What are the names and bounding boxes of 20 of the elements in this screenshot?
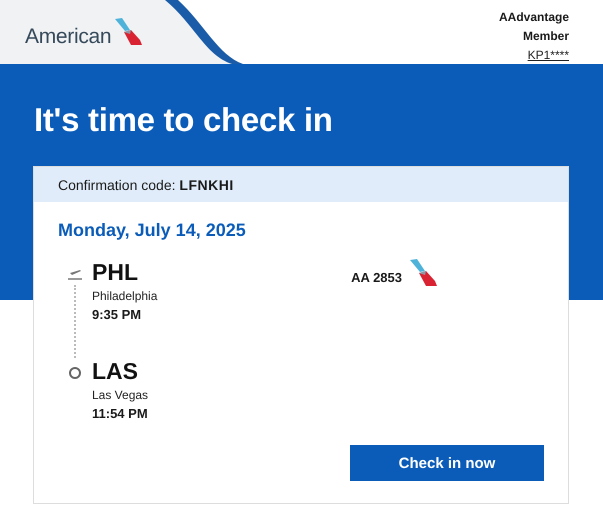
flight-time: 9:35 PM xyxy=(92,307,142,322)
city-name: Philadelphia xyxy=(92,289,158,303)
confirmation-label: Confirmation code: xyxy=(58,177,176,193)
member-id-link[interactable]: KP1**** xyxy=(528,46,569,65)
flight-date: Monday, July 14, 2025 xyxy=(58,220,247,241)
destination-icon xyxy=(68,366,82,380)
page-heading: It's time to check in xyxy=(34,101,334,139)
member-label: AAdvantage xyxy=(498,9,569,26)
flight-number: AA 2853 xyxy=(351,270,402,285)
takeoff-icon xyxy=(67,267,83,281)
brand-name: American xyxy=(25,25,112,49)
confirmation-code: LFNKHI xyxy=(179,177,234,193)
city-name: Las Vegas xyxy=(92,388,148,402)
flight-time: 11:54 PM xyxy=(92,406,148,421)
flag-logo-icon xyxy=(113,18,144,46)
airport-code: PHL xyxy=(92,259,139,285)
airport-code: LAS xyxy=(92,358,139,384)
check-in-button[interactable]: Check in now xyxy=(350,445,544,481)
airline-flag-icon xyxy=(408,259,438,287)
member-label: Member xyxy=(522,28,569,45)
